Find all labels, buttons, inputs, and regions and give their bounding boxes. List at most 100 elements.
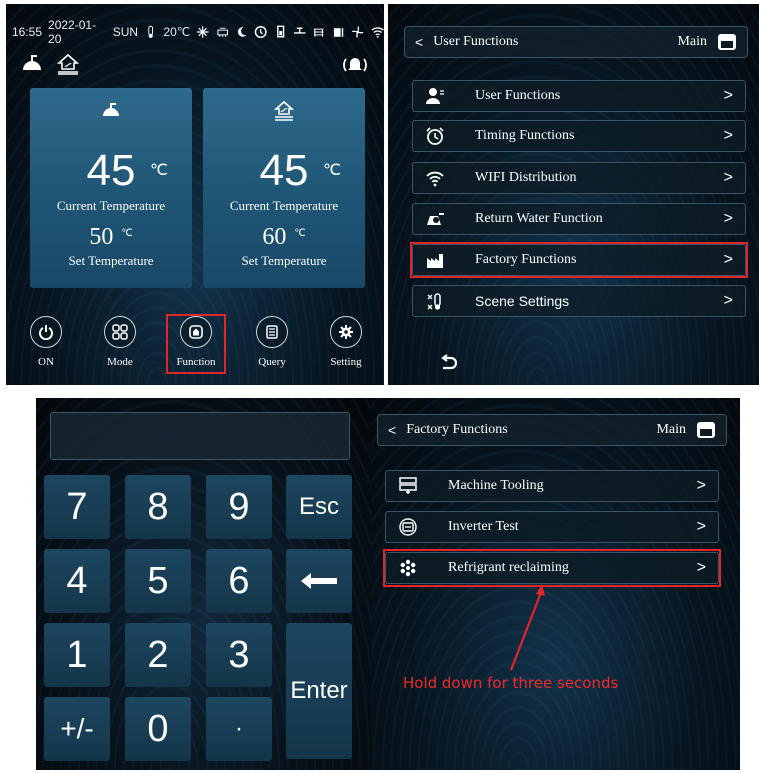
current-temperature: 45 <box>86 146 136 195</box>
home-icon <box>718 34 736 50</box>
temperature-unit: ℃ <box>150 162 168 179</box>
home-button[interactable] <box>717 33 737 51</box>
home-screen: 16:55 2022-01-20 SUN 20℃ 45 ℃ Current Te… <box>6 4 384 385</box>
key-2[interactable]: 2 <box>125 623 191 687</box>
wifi-icon <box>426 171 444 187</box>
status-time: 16:55 <box>12 25 43 39</box>
header-bar: < User Functions Main <box>404 26 748 58</box>
on-label: ON <box>38 356 54 368</box>
return-button[interactable] <box>440 354 458 377</box>
tank-icon <box>276 25 285 38</box>
key-4[interactable]: 4 <box>44 549 110 613</box>
menu-item-user-functions[interactable]: User Functions > <box>412 80 746 112</box>
floor-heating-icon <box>273 100 295 121</box>
floor-icon <box>314 28 324 37</box>
page-title: User Functions <box>433 34 519 49</box>
floor-heating-icon <box>56 53 80 75</box>
menu-item-timing-functions[interactable]: Timing Functions > <box>412 120 746 152</box>
hold-instruction: Hold down for three seconds <box>403 674 619 692</box>
query-icon <box>266 325 278 339</box>
function-highlight <box>166 314 226 374</box>
alarm-indicator[interactable] <box>342 52 368 83</box>
key-esc[interactable]: Esc <box>286 475 352 539</box>
factory-functions-highlight <box>410 242 748 278</box>
key-5[interactable]: 5 <box>125 549 191 613</box>
defrost-icon <box>197 26 209 38</box>
query-button[interactable]: Query <box>242 316 302 368</box>
set-temperature: 50 <box>89 224 114 250</box>
outdoor-temp: 20℃ <box>163 25 191 39</box>
shower-icon <box>103 103 119 116</box>
set-temperature: 60 <box>262 224 287 250</box>
alarm-clock-icon <box>426 127 444 145</box>
menu-item-label: Return Water Function <box>475 211 603 226</box>
menu-item-label: WIFI Distribution <box>475 170 577 185</box>
clock-icon <box>255 26 268 38</box>
current-temperature: 45 <box>259 146 309 195</box>
wifi-status-icon <box>371 27 384 38</box>
status-weekday: SUN <box>112 25 139 39</box>
current-temperature-label: Current Temperature <box>229 198 339 213</box>
setting-button[interactable]: Setting <box>316 316 376 368</box>
set-temperature-unit: ℃ <box>294 228 306 239</box>
backspace-arrow-icon <box>301 573 337 589</box>
set-temperature-unit: ℃ <box>121 228 133 239</box>
status-bar: 16:55 2022-01-20 SUN 20℃ <box>12 18 384 46</box>
valve-icon <box>294 27 306 34</box>
active-modes <box>20 52 80 76</box>
key-9[interactable]: 9 <box>206 475 272 539</box>
menu-item-scene-settings[interactable]: Scene Settings > <box>412 285 746 317</box>
grid-icon <box>112 324 128 340</box>
keypad-display <box>50 412 350 460</box>
key-6[interactable]: 6 <box>206 549 272 613</box>
annotation-arrow <box>509 584 545 671</box>
set-temperature-label: Set Temperature <box>68 253 154 268</box>
temperature-unit: ℃ <box>323 162 341 179</box>
chevron-right-icon: > <box>723 210 733 227</box>
set-temperature-label: Set Temperature <box>241 253 327 268</box>
fan-icon <box>352 26 364 38</box>
key-plus-minus[interactable]: +/- <box>44 697 110 761</box>
mode-button[interactable]: Mode <box>90 316 150 368</box>
menu-item-label: Scene Settings <box>475 293 570 309</box>
user-functions-screen: < User Functions Main User Functions > T… <box>388 4 759 385</box>
main-link[interactable]: Main <box>677 34 707 50</box>
status-date: 2022-01-20 <box>48 18 97 46</box>
menu-item-label: User Functions <box>475 88 561 103</box>
key-7[interactable]: 7 <box>44 475 110 539</box>
shower-icon <box>23 55 41 70</box>
factory-functions-screen: < Factory Functions Main Machine Tooling… <box>371 398 740 770</box>
query-label: Query <box>258 356 286 368</box>
thermometer-icon <box>148 25 154 38</box>
key-0[interactable]: 0 <box>125 697 191 761</box>
chevron-right-icon: > <box>723 292 733 309</box>
floor-heating-card[interactable]: 45 ℃ Current Temperature 60 ℃ Set Tempera… <box>203 88 365 288</box>
water-pump-icon <box>427 213 444 225</box>
user-icon <box>426 88 444 104</box>
return-arrow-icon <box>441 354 458 370</box>
chevron-right-icon: > <box>723 169 733 186</box>
heater-icon <box>217 27 228 37</box>
power-icon <box>39 325 53 340</box>
key-3[interactable]: 3 <box>206 623 272 687</box>
chevron-right-icon: > <box>723 127 733 144</box>
menu-item-return-water[interactable]: Return Water Function > <box>412 203 746 235</box>
on-button[interactable]: ON <box>16 316 76 368</box>
menu-item-wifi-distribution[interactable]: WIFI Distribution > <box>412 162 746 194</box>
key-enter[interactable]: Enter <box>286 623 352 759</box>
night-mode-icon <box>237 27 247 37</box>
mode-label: Mode <box>107 356 133 368</box>
scene-icon <box>427 293 441 310</box>
key-decimal[interactable]: · <box>206 697 272 761</box>
chevron-right-icon: > <box>723 87 733 104</box>
back-button[interactable]: < <box>415 34 423 50</box>
alarm-bell-icon <box>343 58 367 72</box>
key-backspace[interactable] <box>286 549 352 613</box>
numeric-keypad: 7 8 9 Esc 4 5 6 1 2 3 Enter +/- 0 · <box>36 398 371 770</box>
key-1[interactable]: 1 <box>44 623 110 687</box>
hot-water-card[interactable]: 45 ℃ Current Temperature 50 ℃ Set Tempera… <box>30 88 192 288</box>
menu-item-label: Timing Functions <box>475 128 575 143</box>
current-temperature-label: Current Temperature <box>56 198 166 213</box>
setting-label: Setting <box>330 356 362 368</box>
key-8[interactable]: 8 <box>125 475 191 539</box>
